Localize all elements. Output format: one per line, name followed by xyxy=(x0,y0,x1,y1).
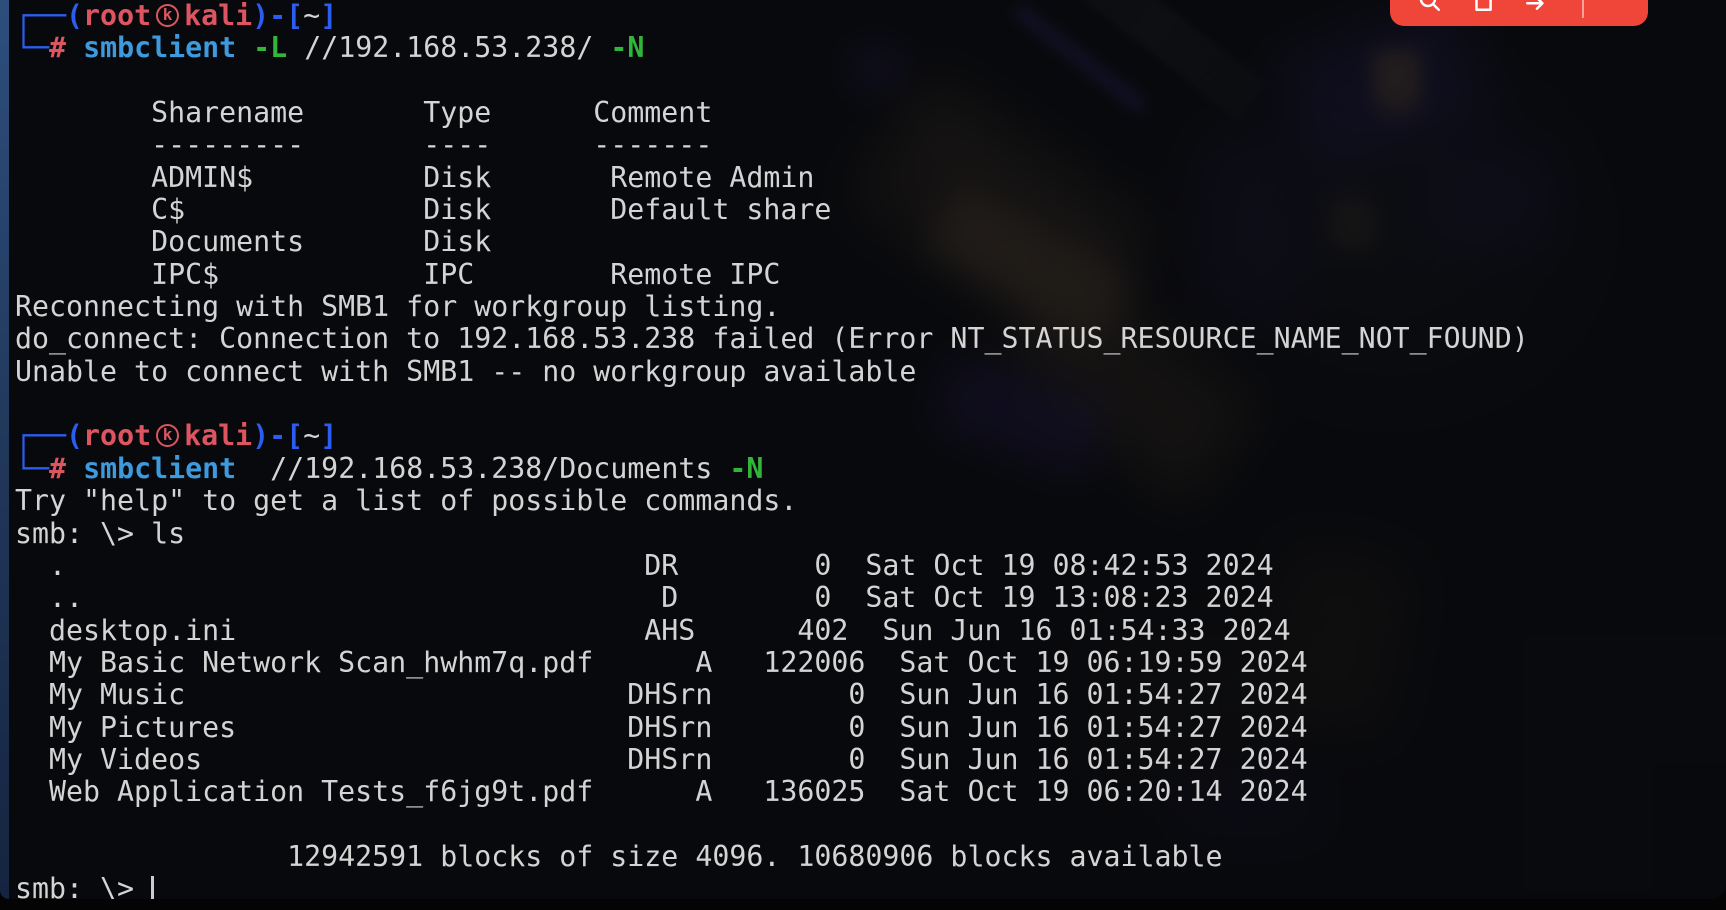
text-segment xyxy=(66,31,83,64)
text-segment: My Videos DHSrn 0 Sun Jun 16 01:54:27 20… xyxy=(15,743,1308,776)
terminal-line: smb: \> ls xyxy=(15,518,1705,550)
text-segment: # xyxy=(49,31,66,64)
text-segment: Reconnecting with SMB1 for workgroup lis… xyxy=(15,290,780,323)
arrow-sparkle-button[interactable] xyxy=(1524,0,1550,26)
window-left-border xyxy=(0,0,9,899)
text-segment: smb: \> ls xyxy=(15,517,185,550)
text-segment xyxy=(66,452,83,485)
text-segment: do_connect: Connection to 192.168.53.238… xyxy=(15,322,1529,355)
text-segment: Try "help" to get a list of possible com… xyxy=(15,484,797,517)
text-segment: # xyxy=(49,452,66,485)
text-segment: └─ xyxy=(15,31,49,64)
text-segment: My Pictures DHSrn 0 Sun Jun 16 01:54:27 … xyxy=(15,711,1308,744)
terminal-line: My Pictures DHSrn 0 Sun Jun 16 01:54:27 … xyxy=(15,712,1705,744)
terminal-output[interactable]: ┌──(rootkkali)-[~]└─# smbclient -L //192… xyxy=(15,0,1705,899)
text-segment: root xyxy=(83,419,151,452)
terminal-cursor xyxy=(151,876,154,899)
text-segment: )-[ xyxy=(252,419,303,452)
terminal-line xyxy=(15,809,1705,841)
text-segment: ] xyxy=(320,419,337,452)
terminal-line xyxy=(15,388,1705,420)
terminal-line: --------- ---- ------- xyxy=(15,129,1705,161)
terminal-line: My Videos DHSrn 0 Sun Jun 16 01:54:27 20… xyxy=(15,744,1705,776)
terminal-line xyxy=(15,65,1705,97)
text-segment: Documents Disk xyxy=(15,225,491,258)
terminal-line: IPC$ IPC Remote IPC xyxy=(15,259,1705,291)
terminal-line: do_connect: Connection to 192.168.53.238… xyxy=(15,323,1705,355)
text-segment: └─ xyxy=(15,452,49,485)
text-segment: --------- ---- ------- xyxy=(15,128,712,161)
search-icon xyxy=(1416,0,1442,13)
terminal-line: Unable to connect with SMB1 -- no workgr… xyxy=(15,356,1705,388)
text-segment: My Basic Network Scan_hwhm7q.pdf A 12200… xyxy=(15,646,1308,679)
text-segment: Sharename Type Comment xyxy=(15,96,712,129)
screenshot-toolbar xyxy=(1390,0,1648,26)
kali-circled-k-symbol: k xyxy=(156,4,179,27)
terminal-line: .. D 0 Sat Oct 19 13:08:23 2024 xyxy=(15,582,1705,614)
text-segment: -N xyxy=(729,452,763,485)
terminal-line: My Music DHSrn 0 Sun Jun 16 01:54:27 202… xyxy=(15,679,1705,711)
terminal-line: Web Application Tests_f6jg9t.pdf A 13602… xyxy=(15,776,1705,808)
terminal-line: My Basic Network Scan_hwhm7q.pdf A 12200… xyxy=(15,647,1705,679)
terminal-line: ┌──(rootkkali)-[~] xyxy=(15,420,1705,452)
text-segment: kali xyxy=(184,419,252,452)
text-segment: -N xyxy=(610,31,644,64)
text-segment: 12942591 blocks of size 4096. 10680906 b… xyxy=(15,840,1223,873)
terminal-line: 12942591 blocks of size 4096. 10680906 b… xyxy=(15,841,1705,873)
text-segment: Unable to connect with SMB1 -- no workgr… xyxy=(15,355,916,388)
text-segment: -L xyxy=(253,31,287,64)
text-segment: desktop.ini AHS 402 Sun Jun 16 01:54:33 … xyxy=(15,614,1291,647)
arrow-sparkle-icon xyxy=(1524,0,1550,13)
terminal-line: Sharename Type Comment xyxy=(15,97,1705,129)
text-segment: ~ xyxy=(303,0,320,32)
text-segment: ADMIN$ Disk Remote Admin xyxy=(15,161,814,194)
text-segment: )-[ xyxy=(252,0,303,32)
document-icon xyxy=(1470,0,1496,13)
search-button[interactable] xyxy=(1416,0,1442,26)
text-segment: ~ xyxy=(303,419,320,452)
text-segment: ] xyxy=(320,0,337,32)
text-segment: root xyxy=(83,0,151,32)
text-segment: smbclient xyxy=(83,452,236,485)
terminal-line: Documents Disk xyxy=(15,226,1705,258)
text-segment: Web Application Tests_f6jg9t.pdf A 13602… xyxy=(15,775,1308,808)
terminal-window: ┌──(rootkkali)-[~]└─# smbclient -L //192… xyxy=(0,0,1726,899)
text-segment xyxy=(236,31,253,64)
terminal-line: desktop.ini AHS 402 Sun Jun 16 01:54:33 … xyxy=(15,615,1705,647)
terminal-line: smb: \> xyxy=(15,873,1705,899)
terminal-line: ADMIN$ Disk Remote Admin xyxy=(15,162,1705,194)
text-segment: //192.168.53.238/ xyxy=(287,31,610,64)
document-button[interactable] xyxy=(1470,0,1496,26)
text-segment: smbclient xyxy=(83,31,236,64)
text-segment: C$ Disk Default share xyxy=(15,193,831,226)
text-segment: IPC$ IPC Remote IPC xyxy=(15,258,780,291)
text-segment: smb: \> xyxy=(15,872,151,899)
text-segment: . DR 0 Sat Oct 19 08:42:53 2024 xyxy=(15,549,1274,582)
terminal-line: Try "help" to get a list of possible com… xyxy=(15,485,1705,517)
text-segment: My Music DHSrn 0 Sun Jun 16 01:54:27 202… xyxy=(15,678,1308,711)
terminal-line: . DR 0 Sat Oct 19 08:42:53 2024 xyxy=(15,550,1705,582)
terminal-line: └─# smbclient //192.168.53.238/Documents… xyxy=(15,453,1705,485)
text-segment: ┌──( xyxy=(15,419,83,452)
screen: ┌──(rootkkali)-[~]└─# smbclient -L //192… xyxy=(0,0,1726,910)
kali-circled-k-symbol: k xyxy=(156,424,179,447)
text-segment: ┌──( xyxy=(15,0,83,32)
text-segment: .. D 0 Sat Oct 19 13:08:23 2024 xyxy=(15,581,1274,614)
text-segment: //192.168.53.238/Documents xyxy=(236,452,729,485)
terminal-line: Reconnecting with SMB1 for workgroup lis… xyxy=(15,291,1705,323)
text-segment: kali xyxy=(184,0,252,32)
terminal-line: C$ Disk Default share xyxy=(15,194,1705,226)
terminal-line: └─# smbclient -L //192.168.53.238/ -N xyxy=(15,32,1705,64)
toolbar-divider xyxy=(1582,0,1584,18)
